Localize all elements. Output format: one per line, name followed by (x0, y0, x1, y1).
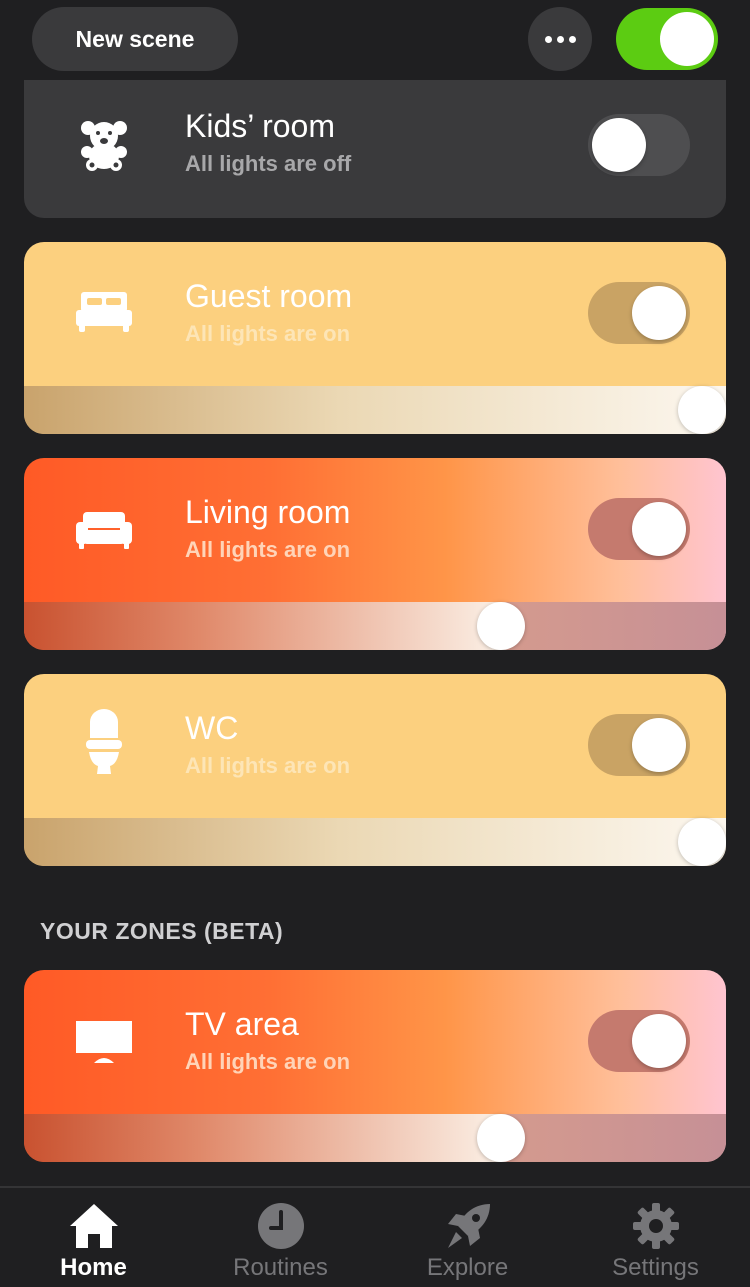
room-card-guest-room[interactable]: Guest room All lights are on (24, 242, 726, 434)
toggle-knob (632, 718, 686, 772)
room-status: All lights are on (185, 321, 351, 346)
rocket-icon (442, 1200, 494, 1252)
more-dots-icon (544, 35, 552, 43)
master-lights-toggle[interactable] (616, 8, 718, 70)
slider-thumb[interactable] (678, 818, 726, 866)
room-toggle[interactable] (588, 498, 690, 560)
brightness-slider[interactable] (24, 386, 726, 434)
slider-thumb[interactable] (678, 386, 726, 434)
home-icon (68, 1200, 120, 1252)
room-name: Guest room (185, 278, 353, 314)
room-card-kids-room[interactable]: Kids’ room All lights are off (24, 78, 726, 218)
toggle-knob (632, 1014, 686, 1068)
zones-section-title: YOUR ZONES (BETA) (40, 918, 284, 944)
brightness-slider[interactable] (24, 1114, 726, 1162)
room-card-wc[interactable]: WC All lights are on (24, 674, 726, 866)
toggle-knob (632, 502, 686, 556)
tv-icon (74, 1012, 134, 1072)
toilet-icon (74, 709, 134, 774)
slider-thumb[interactable] (477, 1114, 525, 1162)
zone-status: All lights are on (185, 1049, 351, 1074)
more-options-button[interactable] (528, 7, 592, 71)
room-name: Living room (185, 494, 351, 530)
teddy-bear-icon (74, 115, 134, 175)
room-name: Kids’ room (185, 108, 335, 144)
tab-label: Settings (612, 1254, 699, 1281)
top-bar: New scene (0, 0, 750, 80)
tab-settings[interactable]: Settings (562, 1188, 749, 1287)
room-toggle[interactable] (588, 714, 690, 776)
zone-card-tv-area[interactable]: TV area All lights are on (24, 970, 726, 1162)
tab-label: Home (60, 1254, 127, 1281)
toggle-knob (660, 12, 714, 66)
room-status: All lights are off (185, 151, 352, 176)
toggle-knob (592, 118, 646, 172)
tab-routines[interactable]: Routines (187, 1188, 374, 1287)
gear-icon (630, 1200, 682, 1252)
room-name: WC (185, 710, 239, 746)
room-status: All lights are on (185, 753, 351, 778)
bottom-tab-bar: Home Routines Explore Settings (0, 1186, 750, 1287)
tab-home[interactable]: Home (0, 1188, 187, 1287)
clock-icon (255, 1200, 307, 1252)
sofa-icon (74, 500, 134, 560)
slider-thumb[interactable] (477, 602, 525, 650)
room-card-living-room[interactable]: Living room All lights are on (24, 458, 726, 650)
zone-name: TV area (185, 1006, 299, 1042)
brightness-slider[interactable] (24, 818, 726, 866)
room-toggle[interactable] (588, 114, 690, 176)
room-status: All lights are on (185, 537, 351, 562)
zone-toggle[interactable] (588, 1010, 690, 1072)
tab-explore[interactable]: Explore (374, 1188, 561, 1287)
toggle-knob (632, 286, 686, 340)
room-toggle[interactable] (588, 282, 690, 344)
bed-icon (74, 282, 134, 342)
new-scene-button[interactable]: New scene (32, 7, 238, 71)
brightness-slider[interactable] (24, 602, 726, 650)
tab-label: Routines (233, 1254, 328, 1281)
tab-label: Explore (426, 1254, 509, 1281)
